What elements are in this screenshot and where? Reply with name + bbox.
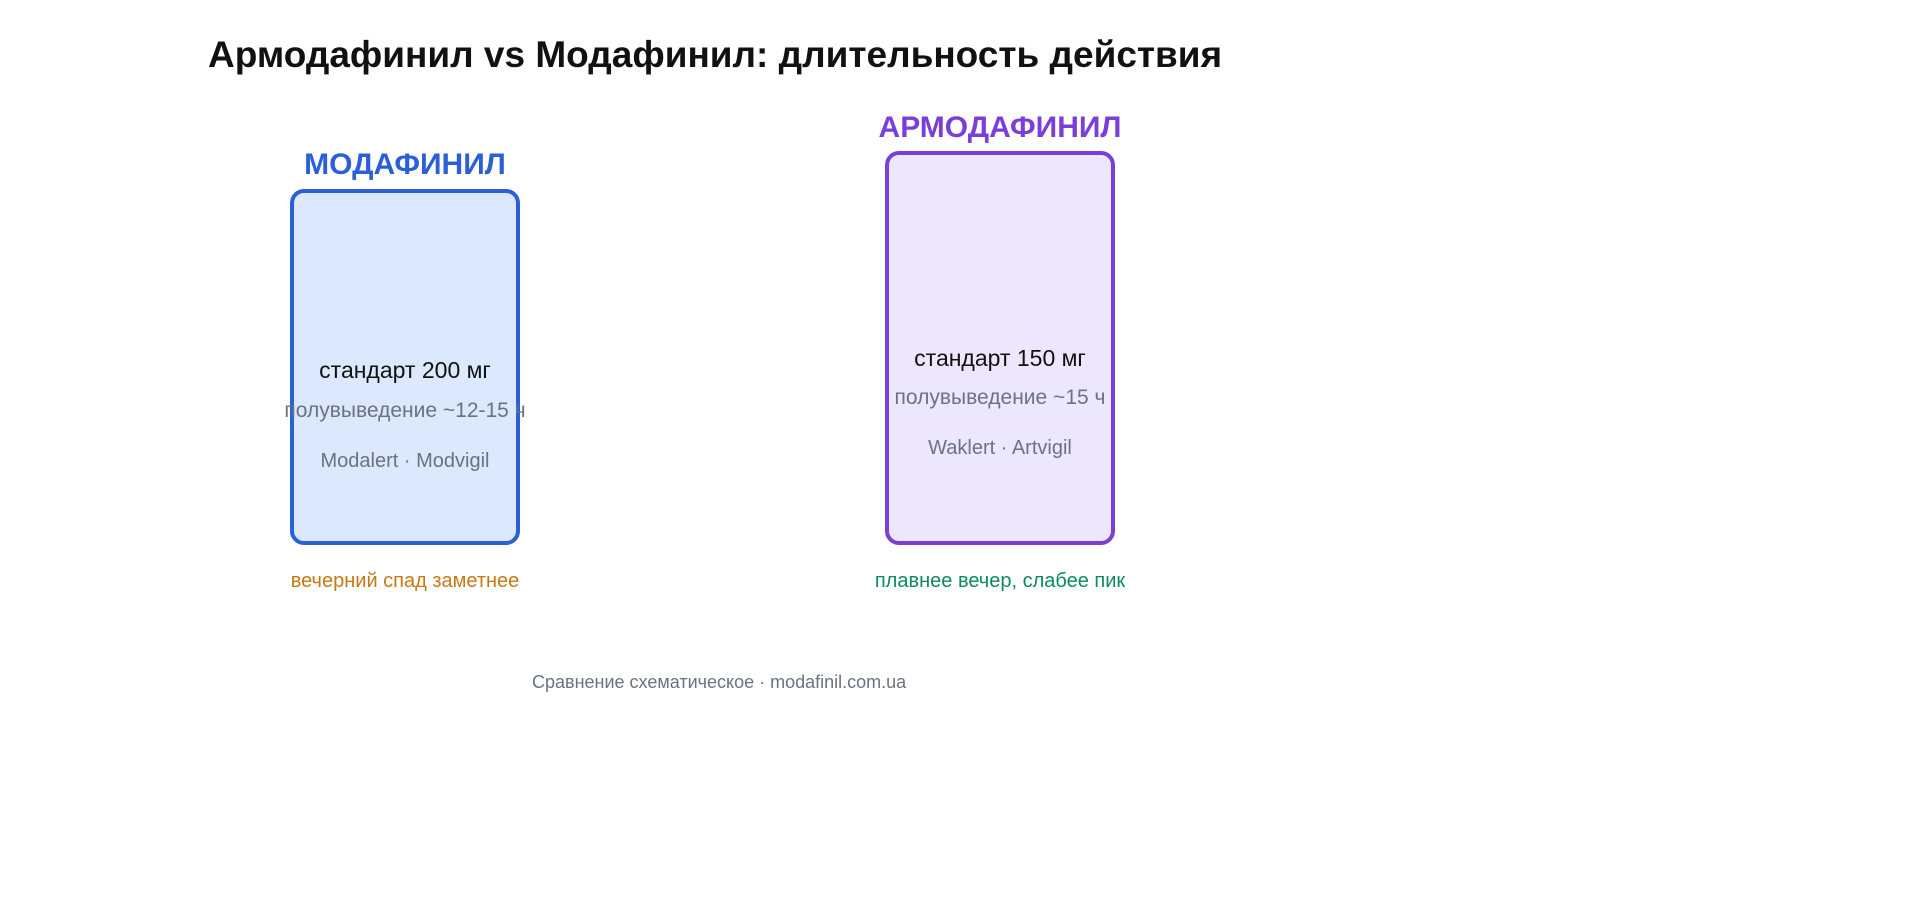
modafinil-brands: Modalert · Modvigil: [320, 450, 490, 472]
modafinil-half-life: полувыведение ~12-15 ч: [284, 399, 526, 422]
diagram-canvas: Армодафинил vs Модафинил: длительность д…: [0, 0, 1920, 912]
armodafinil-dose: стандарт 150 мг: [914, 345, 1086, 371]
modafinil-dose: стандарт 200 мг: [319, 357, 491, 383]
modafinil-note: вечерний спад заметнее: [290, 570, 520, 592]
footer-caption: Сравнение схематическое · modafinil.com.…: [532, 672, 907, 692]
armodafinil-note: плавнее вечер, слабее пик: [874, 570, 1126, 592]
diagram-title: Армодафинил vs Модафинил: длительность д…: [208, 34, 1223, 75]
armodafinil-label: АРМОДАФИНИЛ: [878, 111, 1122, 144]
modafinil-label: МОДАФИНИЛ: [304, 148, 506, 181]
armodafinil-half-life: полувыведение ~15 ч: [894, 386, 1106, 409]
armodafinil-brands: Waklert · Artvigil: [928, 437, 1072, 459]
